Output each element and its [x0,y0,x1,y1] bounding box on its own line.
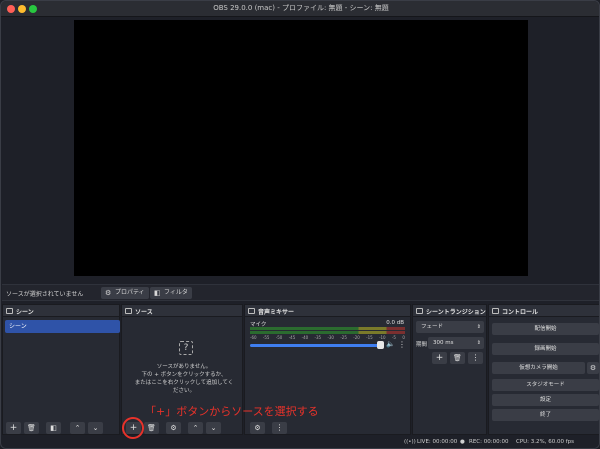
live-time: LIVE: 00:00:00 [417,439,458,445]
cpu-fps: CPU: 3.2%, 60.00 fps [516,439,575,445]
trash-icon[interactable]: 🗑 [450,352,465,364]
move-down-icon[interactable]: ⌄ [206,422,221,434]
duration-label: 期間 [416,342,428,348]
kebab-menu-icon[interactable]: ⋮ [468,352,483,364]
gear-icon: ⚙ [105,289,112,297]
gear-icon[interactable]: ⚙ [250,422,265,434]
instruction-annotation: 「+」ボタンからソースを選択する [145,405,319,418]
rec-time: REC: 00:00:00 [469,439,509,445]
dock-header: シーントランジション [413,305,486,317]
kebab-menu-icon[interactable]: ⋮ [398,340,406,349]
studio-mode-button[interactable]: スタジオモード [492,379,599,391]
properties-button[interactable]: ⚙ プロパティ [101,287,149,299]
move-up-icon[interactable]: ⌃ [70,422,85,434]
preview-area [2,18,599,284]
dock-title: 音声ミキサー [258,309,295,316]
add-scene-button[interactable]: + [6,422,21,434]
move-down-icon[interactable]: ⌄ [88,422,103,434]
preview-canvas[interactable] [74,20,528,276]
volume-slider[interactable] [250,344,381,347]
meter-ticks: -60 -55 -50 -45 -40 -35 -30 -25 -20 -15 … [250,335,405,340]
dock-header: ソース [122,305,242,317]
move-up-icon[interactable]: ⌃ [188,422,203,434]
dock-header: 音声ミキサー [245,305,410,317]
chevron-updown-icon: ⇕ [476,340,481,346]
volume-meter [250,331,405,334]
scene-filter-icon[interactable]: ◧ [46,422,61,434]
add-transition-button[interactable]: + [432,352,447,364]
volume-meter [250,327,405,330]
dock-icon [492,308,499,314]
chevron-updown-icon: ⇕ [476,324,481,330]
filter-icon: ◧ [154,289,161,297]
kebab-menu-icon[interactable]: ⋮ [272,422,287,434]
dock-icon [6,308,13,314]
dock-icon [248,308,255,314]
start-virtual-camera-button[interactable]: 仮想カメラ開始 [492,362,585,374]
no-source-selected-text: ソースが選択されていません [6,291,84,298]
gear-icon[interactable]: ⚙ [587,362,599,374]
obs-window: OBS 29.0.0 (mac) - プロファイル: 無題 - シーン: 無題 … [0,0,600,449]
transition-select[interactable]: フェード ⇕ [416,321,484,333]
trash-icon[interactable]: 🗑 [144,422,159,434]
speaker-icon[interactable]: 🔈 [386,340,395,348]
level-db: 0.0 dB [386,320,404,326]
settings-button[interactable]: 設定 [492,394,599,406]
dock-title: ソース [135,309,153,316]
scene-transitions-dock: シーントランジション フェード ⇕ 期間 300 ms ⇕ + 🗑 ⋮ [412,304,487,435]
scenes-dock: シーン シーン + 🗑 ◧ ⌃ ⌄ [2,304,120,435]
record-icon: ● [460,439,465,445]
trash-icon[interactable]: 🗑 [24,422,39,434]
title-bar: OBS 29.0.0 (mac) - プロファイル: 無題 - シーン: 無題 [1,1,599,17]
broadcast-icon: ((•)) [404,439,416,445]
highlight-circle [122,417,144,439]
status-bar: ((•)) LIVE: 00:00:00 ● REC: 00:00:00 CPU… [2,436,599,448]
scene-item[interactable]: シーン [5,320,120,333]
dock-header: コントロール [489,305,599,317]
start-recording-button[interactable]: 録画開始 [492,343,599,355]
duration-field[interactable]: 300 ms ⇕ [428,337,484,349]
dock-icon [416,308,423,314]
exit-button[interactable]: 終了 [492,409,599,421]
dock-header: シーン [3,305,119,317]
gear-icon[interactable]: ⚙ [166,422,181,434]
start-streaming-button[interactable]: 配信開始 [492,323,599,335]
dock-icon [125,308,132,314]
dock-title: コントロール [502,309,539,316]
question-icon: ? [179,341,193,355]
source-toolbar: ソースが選択されていません ⚙ プロパティ ◧ フィルタ [2,284,599,301]
controls-dock: コントロール 配信開始 録画開始 仮想カメラ開始 ⚙ スタジオモード 設定 終了 [488,304,599,435]
dock-title: シーン [16,309,34,316]
dock-title: シーントランジション [426,309,486,316]
volume-slider-handle[interactable] [377,341,384,349]
empty-sources-text: ソースがありません。 下の + ボタンをクリックするか、 またはここを右クリック… [134,364,234,394]
filters-button[interactable]: ◧ フィルタ [150,287,192,299]
window-title: OBS 29.0.0 (mac) - プロファイル: 無題 - シーン: 無題 [213,4,389,12]
